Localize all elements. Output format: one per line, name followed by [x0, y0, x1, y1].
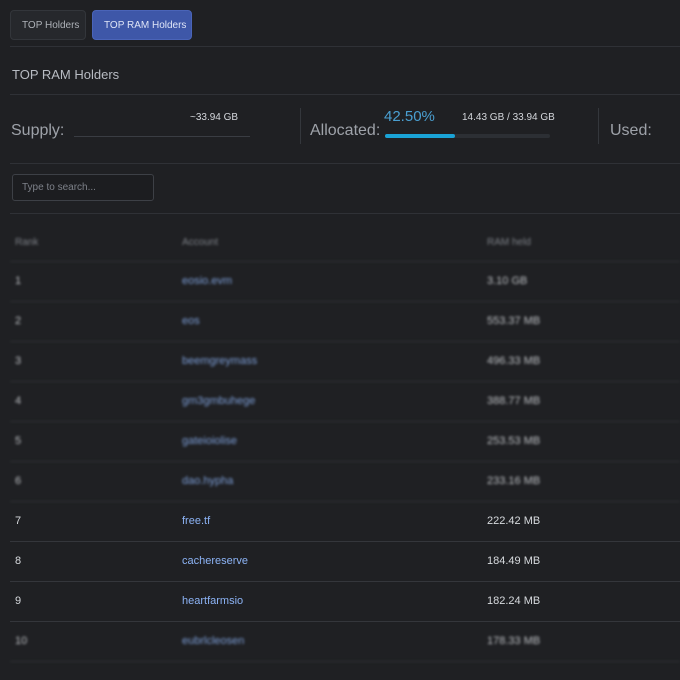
tab-bar: TOP Holders TOP RAM Holders — [10, 10, 192, 40]
rank-cell: 7 — [15, 515, 22, 527]
table-row: 6 dao.hypha 233.16 MB — [10, 462, 680, 502]
table-row: 9 heartfarmsio 182.24 MB — [10, 582, 680, 622]
search-input[interactable] — [12, 174, 154, 201]
divider — [10, 163, 680, 164]
account-link[interactable]: eosio.evm — [182, 275, 232, 287]
supply-underline — [74, 136, 250, 137]
rank-cell: 9 — [15, 595, 22, 607]
account-link[interactable]: heartfarmsio — [182, 595, 243, 607]
rank-column-header[interactable]: Rank — [15, 237, 38, 248]
allocated-percent: 42.50% — [384, 108, 435, 125]
ram-cell: 388.77 MB — [487, 395, 541, 407]
tab-top-holders[interactable]: TOP Holders — [10, 10, 86, 40]
account-link[interactable]: beemgreymass — [182, 355, 257, 367]
table-row: 10 eubrlcleosen 178.33 MB — [10, 622, 680, 662]
rank-cell: 2 — [15, 315, 22, 327]
account-link[interactable]: gm3gmbuhege — [182, 395, 255, 407]
account-link[interactable]: free.tf — [182, 515, 210, 527]
allocated-progress-bar — [385, 134, 550, 138]
ram-cell: 184.49 MB — [487, 555, 541, 567]
ram-cell: 233.16 MB — [487, 475, 541, 487]
divider — [10, 213, 680, 214]
table-row: 3 beemgreymass 496.33 MB — [10, 342, 680, 382]
ram-column-header[interactable]: RAM held — [487, 237, 531, 248]
account-link[interactable]: gateioiolise — [182, 435, 237, 447]
rank-cell: 5 — [15, 435, 22, 447]
stat-divider — [598, 108, 599, 144]
allocated-value: 14.43 GB / 33.94 GB — [462, 112, 555, 123]
ram-holders-page: TOP Holders TOP RAM Holders TOP RAM Hold… — [0, 0, 680, 680]
supply-label: Supply: — [11, 122, 65, 139]
tab-top-ram-holders[interactable]: TOP RAM Holders — [92, 10, 192, 40]
rank-cell: 1 — [15, 275, 22, 287]
ram-cell: 182.24 MB — [487, 595, 541, 607]
table-row: 5 gateioiolise 253.53 MB — [10, 422, 680, 462]
table-row: 8 cachereserve 184.49 MB — [10, 542, 680, 582]
divider — [10, 94, 680, 95]
ram-cell: 222.42 MB — [487, 515, 541, 527]
rank-cell: 3 — [15, 355, 22, 367]
table-row: 2 eos 553.37 MB — [10, 302, 680, 342]
ram-cell: 3.10 GB — [487, 275, 528, 287]
table-header: Rank Account RAM held — [10, 222, 680, 262]
rank-cell: 8 — [15, 555, 22, 567]
account-link[interactable]: cachereserve — [182, 555, 248, 567]
ram-cell: 253.53 MB — [487, 435, 541, 447]
account-link[interactable]: eos — [182, 315, 200, 327]
ram-cell: 496.33 MB — [487, 355, 541, 367]
allocated-label: Allocated: — [310, 122, 381, 139]
divider — [10, 46, 680, 47]
ram-cell: 178.33 MB — [487, 635, 541, 647]
account-column-header[interactable]: Account — [182, 237, 218, 248]
stat-divider — [300, 108, 301, 144]
stats-strip: Supply: ~33.94 GB Allocated: 42.50% 14.4… — [10, 104, 680, 152]
rank-cell: 10 — [15, 635, 28, 647]
table-row: 7 free.tf 222.42 MB — [10, 502, 680, 542]
allocated-progress-fill — [385, 134, 456, 138]
ram-holders-table: Rank Account RAM held 1 eosio.evm 3.10 G… — [10, 222, 680, 662]
account-link[interactable]: dao.hypha — [182, 475, 233, 487]
table-row: 4 gm3gmbuhege 388.77 MB — [10, 382, 680, 422]
section-title: TOP RAM Holders — [12, 67, 120, 82]
table-row: 1 eosio.evm 3.10 GB — [10, 262, 680, 302]
ram-cell: 553.37 MB — [487, 315, 541, 327]
account-link[interactable]: eubrlcleosen — [182, 635, 244, 647]
rank-cell: 6 — [15, 475, 22, 487]
rank-cell: 4 — [15, 395, 22, 407]
used-label: Used: — [610, 122, 652, 139]
supply-value: ~33.94 GB — [190, 112, 239, 123]
